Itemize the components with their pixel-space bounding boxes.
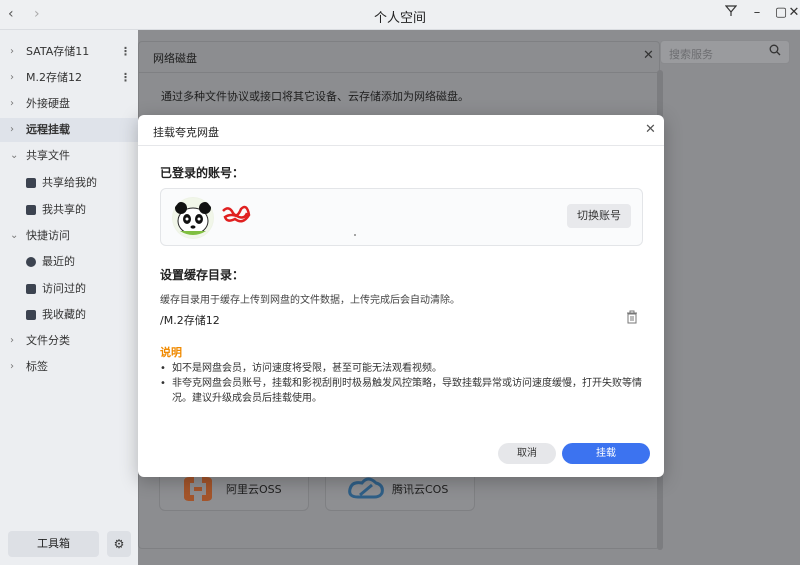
chevron-right-icon: › — [10, 361, 14, 372]
sidebar-item-label: 共享文件 — [26, 149, 70, 162]
chevron-right-icon: › — [10, 124, 14, 135]
dialog-divider — [138, 145, 664, 146]
clock-icon — [26, 257, 36, 267]
switch-account-button[interactable]: 切换账号 — [567, 204, 631, 228]
note-text: 非夸克网盘会员账号，挂载和影视刮削时极易触发风控策略，导致挂载异常或访问速度缓慢… — [172, 378, 642, 404]
mount-quark-dialog: 挂载夸克网盘 ✕ 已登录的账号： 切换账号 设置缓存目录： 缓存目录用于缓存上传… — [138, 115, 664, 477]
my-shares-icon — [26, 205, 36, 215]
bullet: • — [160, 363, 166, 374]
chevron-right-icon: › — [10, 72, 14, 83]
card-label: 阿里云OSS — [226, 483, 282, 496]
title-bar: ‹ › 个人空间 – ▢ ✕ — [0, 0, 800, 30]
sidebar-item-tags[interactable]: › 标签 — [0, 355, 138, 379]
sidebar-item-recent[interactable]: 最近的 — [0, 250, 138, 274]
sidebar-item-shared[interactable]: ⌄ 共享文件 — [0, 144, 138, 168]
sidebar-item-label: 快捷访问 — [26, 229, 70, 242]
sidebar-item-visited[interactable]: 访问过的 — [0, 277, 138, 301]
sidebar-item-shared-with-me[interactable]: 共享给我的 — [0, 171, 138, 195]
favorites-icon — [26, 310, 36, 320]
close-icon[interactable]: ✕ — [643, 48, 654, 63]
cache-section-title: 设置缓存目录： — [160, 268, 245, 282]
chevron-down-icon: ⌄ — [10, 150, 19, 161]
sidebar-item-external[interactable]: › 外接硬盘 — [0, 92, 138, 116]
tencent-cloud-logo-icon — [348, 477, 384, 499]
close-window-icon[interactable]: ✕ — [785, 5, 800, 23]
sidebar-item-label: 文件分类 — [26, 334, 70, 347]
search-placeholder: 搜索服务 — [669, 48, 713, 61]
sidebar-item-m2[interactable]: › M.2存储12 ⋮ — [0, 66, 138, 90]
gear-icon[interactable]: ⚙ — [107, 531, 131, 557]
redacted-username-scribble — [222, 205, 251, 223]
sidebar-item-label: M.2存储12 — [26, 71, 82, 84]
dialog-title: 挂载夸克网盘 — [153, 126, 219, 139]
cache-description: 缓存目录用于缓存上传到网盘的文件数据，上传完成后会自动清除。 — [160, 295, 460, 306]
panel-description: 通过多种文件协议或接口将其它设备、云存储添加为网络磁盘。 — [161, 90, 469, 103]
more-options-icon[interactable]: ⋮ — [120, 40, 131, 64]
cache-path: /M.2存储12 — [160, 314, 220, 327]
sidebar-item-quick-access[interactable]: ⌄ 快捷访问 — [0, 224, 138, 248]
sidebar-item-label: 外接硬盘 — [26, 97, 70, 110]
note-text: 如不是网盘会员，访问速度将受限，甚至可能无法观看视频。 — [172, 363, 442, 374]
chevron-right-icon: › — [10, 335, 14, 346]
minimize-icon[interactable]: – — [748, 5, 766, 23]
chevron-right-icon: › — [10, 98, 14, 109]
avatar — [172, 197, 214, 239]
pin-icon[interactable] — [722, 5, 740, 23]
more-options-icon[interactable]: ⋮ — [120, 66, 131, 90]
sidebar-item-favorites[interactable]: 我收藏的 — [0, 303, 138, 327]
sidebar-item-label: 标签 — [26, 360, 48, 373]
sidebar-item-my-shares[interactable]: 我共享的 — [0, 198, 138, 222]
account-section-title: 已登录的账号： — [160, 166, 245, 180]
sidebar-item-label: SATA存储11 — [26, 45, 90, 58]
bullet: • — [160, 378, 166, 389]
chevron-right-icon: › — [10, 46, 14, 57]
sidebar-item-label: 我收藏的 — [42, 308, 86, 321]
decor-dot — [354, 234, 356, 236]
panel-title: 网络磁盘 — [153, 52, 197, 65]
sidebar-item-file-category[interactable]: › 文件分类 — [0, 329, 138, 353]
cancel-button[interactable]: 取消 — [498, 443, 556, 464]
chevron-down-icon: ⌄ — [10, 230, 19, 241]
sidebar-item-sata[interactable]: › SATA存储11 ⋮ — [0, 40, 138, 64]
panel-divider — [139, 72, 661, 73]
sidebar: › SATA存储11 ⋮ › M.2存储12 ⋮ › 外接硬盘 › 远程挂载 ⌄… — [0, 30, 138, 565]
sidebar-item-label: 访问过的 — [42, 282, 86, 295]
aliyun-logo-icon — [184, 477, 212, 501]
sidebar-item-remote-mount[interactable]: › 远程挂载 — [0, 118, 138, 142]
sidebar-item-label: 远程挂载 — [26, 123, 70, 136]
search-box[interactable]: 搜索服务 — [660, 40, 790, 64]
toolbox-button[interactable]: 工具箱 — [8, 531, 99, 557]
account-box: 切换账号 — [160, 188, 643, 246]
sidebar-item-label: 我共享的 — [42, 203, 86, 216]
close-icon[interactable]: ✕ — [645, 122, 656, 137]
note-title: 说明 — [160, 346, 182, 359]
sidebar-item-label: 最近的 — [42, 255, 75, 268]
shared-with-me-icon — [26, 178, 36, 188]
sidebar-item-label: 共享给我的 — [42, 176, 97, 189]
mount-button[interactable]: 挂载 — [562, 443, 650, 464]
visited-icon — [26, 284, 36, 294]
window-title: 个人空间 — [373, 11, 426, 26]
search-icon[interactable] — [769, 44, 781, 59]
trash-icon[interactable] — [626, 310, 638, 324]
card-label: 腾讯云COS — [392, 483, 449, 496]
